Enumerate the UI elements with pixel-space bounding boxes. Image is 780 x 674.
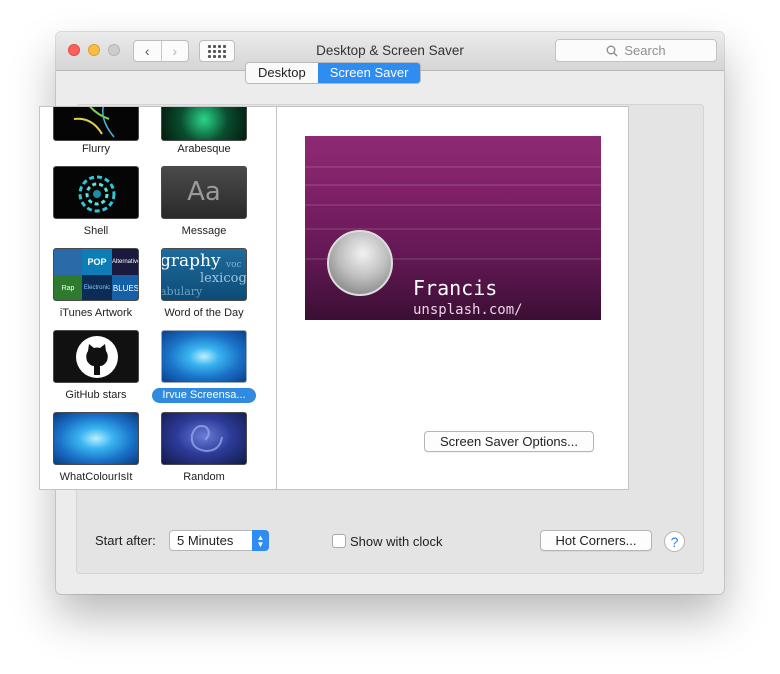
itunes-tile: BLUES [112, 275, 138, 300]
screensaver-label: Message [181, 225, 227, 237]
screensaver-label: WhatColourIsIt [59, 471, 133, 483]
hot-corners-button[interactable]: Hot Corners... [540, 530, 652, 551]
github-thumb[interactable] [53, 330, 139, 383]
start-after-select[interactable]: 5 Minutes ▲ ▼ [169, 530, 269, 551]
tab-desktop[interactable]: Desktop [246, 63, 318, 83]
search-icon [606, 45, 618, 56]
screensaver-label-selected: Irvue Screensa... [152, 388, 256, 403]
tab-screen-saver[interactable]: Screen Saver [317, 63, 421, 83]
word-text: graphy [161, 251, 221, 271]
flurry-thumb[interactable] [53, 107, 139, 141]
shell-thumb[interactable] [53, 166, 139, 219]
itunes-tile: POP [82, 249, 112, 275]
screensaver-preview: Francis unsplash.com/ [305, 136, 601, 320]
screensaver-label: Arabesque [177, 143, 231, 155]
photographer-name: Francis [413, 276, 498, 300]
show-clock-checkbox[interactable] [332, 534, 346, 548]
random-swirl-icon [190, 425, 223, 453]
itunes-tile: Alternative [112, 249, 138, 275]
search-placeholder: Search [624, 43, 666, 58]
avatar [327, 230, 393, 296]
message-text: Aa [187, 177, 221, 207]
message-thumb[interactable]: Aa [161, 166, 247, 219]
screensaver-label: Word of the Day [164, 307, 244, 319]
flurry-icon [73, 107, 115, 138]
screensaver-list[interactable]: Flurry Arabesque Shell Aa Message POP Al… [39, 106, 277, 490]
help-button[interactable]: ? [664, 531, 685, 552]
show-clock-label[interactable]: Show with clock [350, 534, 442, 549]
photo-source: unsplash.com/ [413, 302, 523, 318]
itunes-tile: Electronic [82, 275, 112, 300]
screensaver-label: GitHub stars [65, 389, 127, 401]
shell-icon [78, 175, 116, 213]
itunes-tile: Rap [54, 275, 82, 300]
screensaver-label: Flurry [81, 143, 111, 155]
start-after-label: Start after: [95, 533, 156, 548]
tab-control: Desktop Screen Saver [245, 62, 422, 84]
arabesque-thumb[interactable] [161, 107, 247, 141]
screensaver-label: Shell [83, 225, 109, 237]
word-of-the-day-thumb[interactable]: graphy voc lexicog abulary [161, 248, 247, 301]
word-text: lexicog [200, 271, 247, 286]
updown-arrows-icon: ▲ ▼ [252, 530, 269, 551]
whatcolourisit-thumb[interactable] [53, 412, 139, 465]
search-field[interactable]: Search [555, 39, 717, 62]
random-thumb[interactable] [161, 412, 247, 465]
itunes-artwork-thumb[interactable]: POP Alternative Rap Electronic BLUES [53, 248, 139, 301]
irvue-thumb[interactable] [161, 330, 247, 383]
screen-saver-options-button[interactable]: Screen Saver Options... [424, 431, 594, 452]
screensaver-label: iTunes Artwork [59, 307, 133, 319]
screensaver-label: Random [183, 471, 225, 483]
github-icon [76, 336, 118, 378]
start-after-value: 5 Minutes [177, 533, 234, 548]
word-text: voc [226, 260, 242, 270]
word-text: abulary [161, 285, 203, 298]
